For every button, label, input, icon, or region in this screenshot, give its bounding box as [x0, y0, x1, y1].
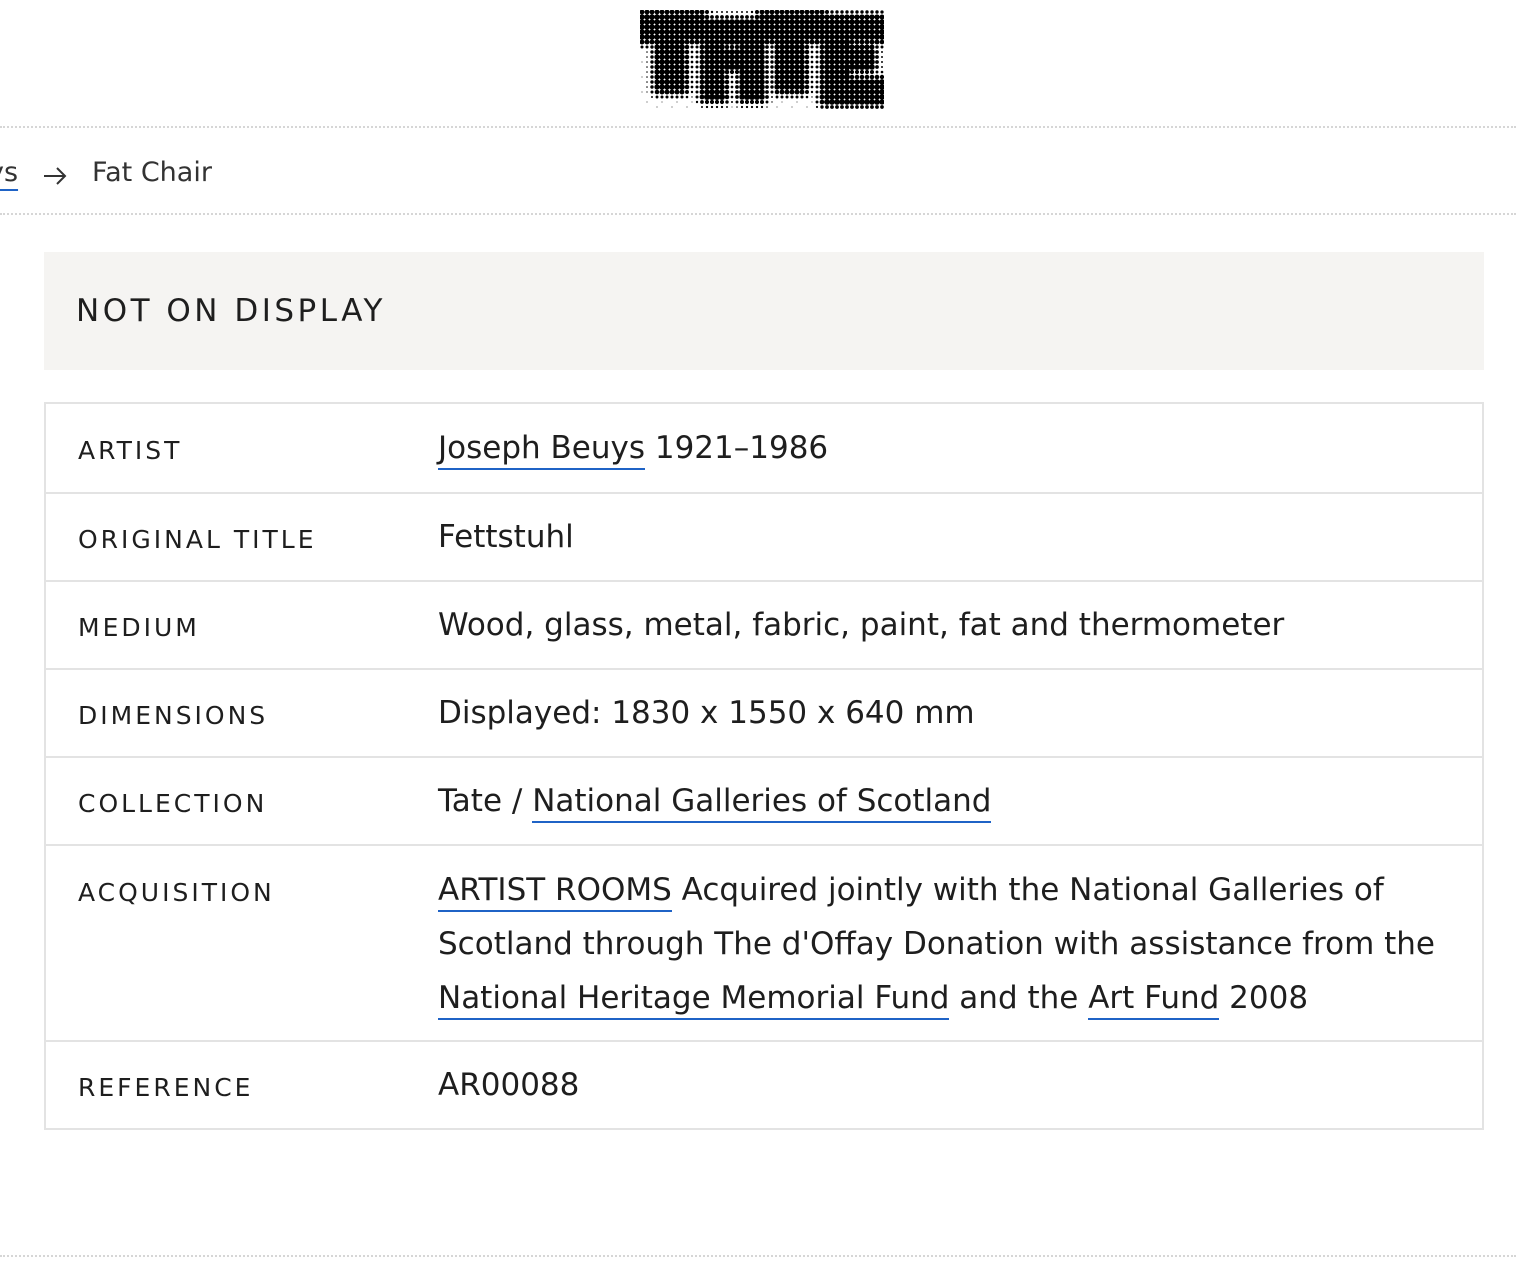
details-label: ARTIST: [78, 436, 183, 465]
tate-logo[interactable]: [640, 10, 884, 112]
details-label: COLLECTION: [78, 789, 268, 818]
art-fund-link[interactable]: Art Fund: [1088, 980, 1220, 1020]
details-row-dimensions: DIMENSIONS Displayed: 1830 x 1550 x 640 …: [46, 668, 1482, 756]
details-label: MEDIUM: [78, 613, 200, 642]
acquisition-year: 2008: [1219, 980, 1309, 1016]
details-label: REFERENCE: [78, 1073, 254, 1102]
details-row-original-title: ORIGINAL TITLE Fettstuhl: [46, 492, 1482, 580]
details-value: AR00088: [438, 1067, 580, 1103]
collection-link[interactable]: National Galleries of Scotland: [532, 783, 992, 823]
details-value: Wood, glass, metal, fabric, paint, fat a…: [438, 607, 1285, 643]
display-status: NOT ON DISPLAY: [76, 293, 386, 329]
breadcrumb-previous-link[interactable]: ys: [0, 157, 18, 188]
artist-dates: 1921–1986: [654, 430, 829, 466]
collection-prefix: Tate /: [438, 783, 533, 819]
display-status-box: NOT ON DISPLAY: [44, 252, 1484, 370]
artwork-details-table: ARTIST Joseph Beuys 1921–1986 ORIGINAL T…: [44, 402, 1484, 1130]
details-row-acquisition: ACQUISITION ARTIST ROOMS Acquired jointl…: [46, 844, 1482, 1040]
details-row-reference: REFERENCE AR00088: [46, 1040, 1482, 1128]
details-row-medium: MEDIUM Wood, glass, metal, fabric, paint…: [46, 580, 1482, 668]
artwork-page: ys Fat Chair NOT ON DISPLAY ARTIST Josep…: [0, 0, 1516, 1266]
artist-link[interactable]: Joseph Beuys: [438, 430, 645, 470]
details-row-collection: COLLECTION Tate / National Galleries of …: [46, 756, 1482, 844]
details-value: ARTIST ROOMS Acquired jointly with the N…: [438, 846, 1482, 1025]
details-value: Fettstuhl: [438, 519, 574, 555]
heritage-fund-link[interactable]: National Heritage Memorial Fund: [438, 980, 950, 1020]
acquisition-text: and the: [949, 980, 1089, 1016]
footer-divider: [0, 1255, 1516, 1257]
breadcrumb-current: Fat Chair: [92, 156, 212, 188]
details-label: DIMENSIONS: [78, 701, 269, 730]
tate-logo-dots: [640, 10, 884, 109]
breadcrumb-divider: [0, 213, 1516, 215]
details-row-artist: ARTIST Joseph Beuys 1921–1986: [46, 404, 1482, 492]
header-divider: [0, 126, 1516, 128]
arrow-right-icon: [42, 162, 68, 185]
details-value: Displayed: 1830 x 1550 x 640 mm: [438, 695, 975, 731]
details-label: ORIGINAL TITLE: [78, 525, 317, 554]
details-value: Tate / National Galleries of Scotland: [438, 774, 1482, 828]
details-value: Joseph Beuys 1921–1986: [438, 421, 1482, 475]
breadcrumb: ys Fat Chair: [0, 152, 212, 192]
artist-rooms-link[interactable]: ARTIST ROOMS: [438, 872, 672, 912]
site-header: [0, 0, 1516, 126]
details-label: ACQUISITION: [78, 878, 275, 907]
